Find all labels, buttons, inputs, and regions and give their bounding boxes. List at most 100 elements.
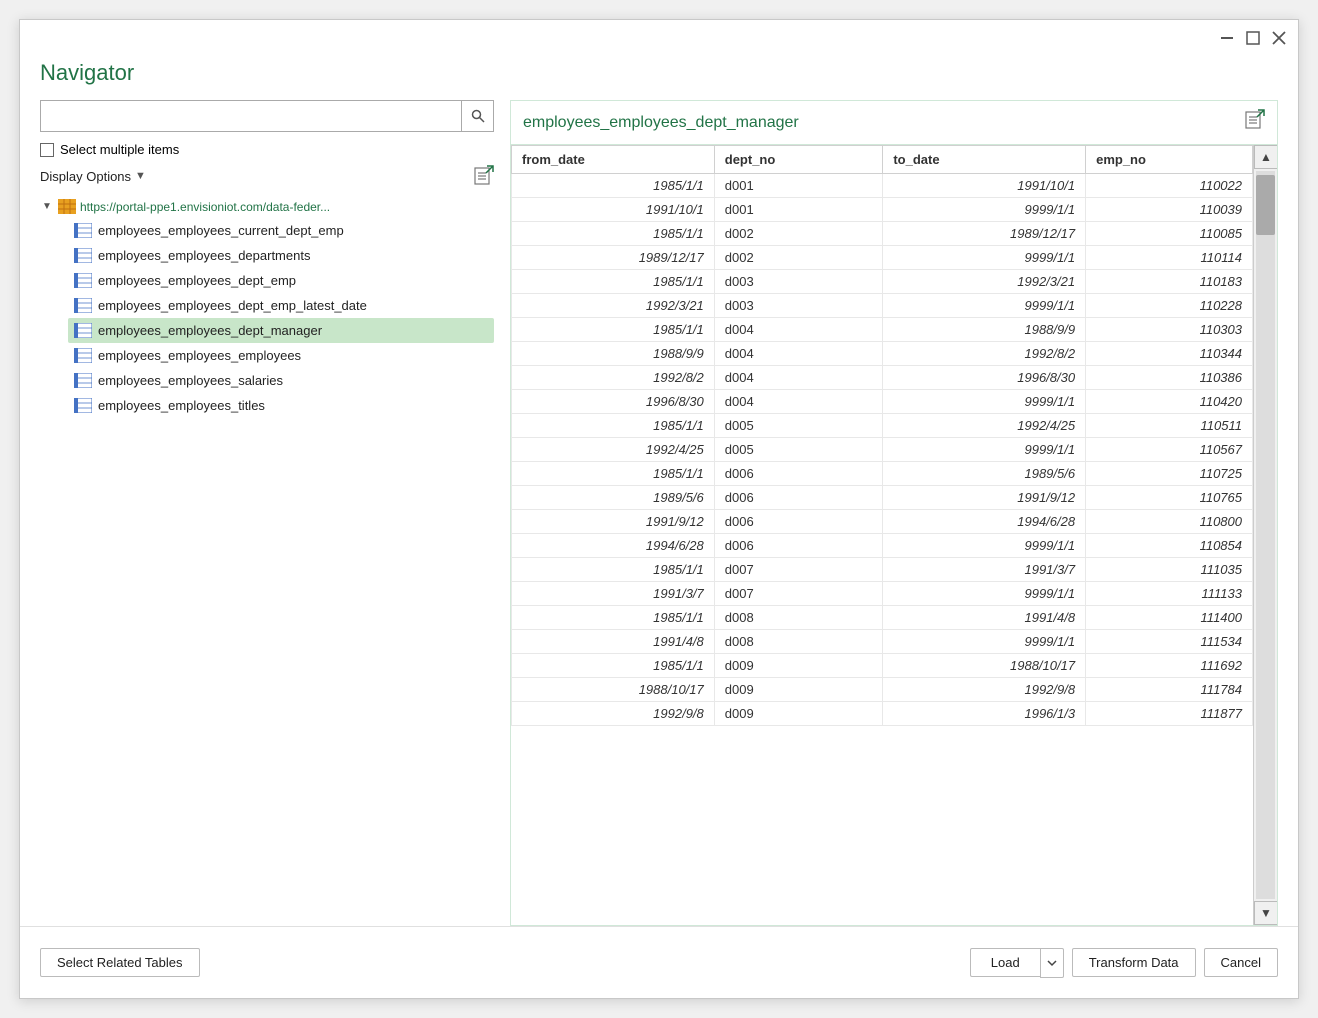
table-row: 1988/9/9d0041992/8/2110344 bbox=[512, 342, 1253, 366]
table-cell-22-3: 111877 bbox=[1086, 702, 1253, 726]
table-cell-9-2: 9999/1/1 bbox=[883, 390, 1086, 414]
tree-parent-row[interactable]: ▼ https://portal-ppe1.envisioniot.com/ bbox=[40, 195, 494, 218]
table-cell-11-1: d005 bbox=[714, 438, 883, 462]
table-cell-2-0: 1985/1/1 bbox=[512, 222, 715, 246]
table-cell-6-0: 1985/1/1 bbox=[512, 318, 715, 342]
select-related-tables-button[interactable]: Select Related Tables bbox=[40, 948, 200, 977]
table-cell-8-3: 110386 bbox=[1086, 366, 1253, 390]
chevron-down-icon: ▼ bbox=[135, 170, 146, 182]
table-row: 1985/1/1d0081991/4/8111400 bbox=[512, 606, 1253, 630]
table-icon bbox=[74, 273, 92, 288]
table-icon bbox=[74, 323, 92, 338]
navigator-window: Navigator Select multipl bbox=[19, 19, 1299, 999]
table-cell-12-3: 110725 bbox=[1086, 462, 1253, 486]
table-cell-1-3: 110039 bbox=[1086, 198, 1253, 222]
tree-item-dept_manager[interactable]: employees_employees_dept_manager bbox=[68, 318, 494, 343]
cancel-button[interactable]: Cancel bbox=[1204, 948, 1278, 977]
table-icon bbox=[74, 373, 92, 388]
table-cell-17-1: d007 bbox=[714, 582, 883, 606]
table-cell-15-3: 110854 bbox=[1086, 534, 1253, 558]
table-cell-8-2: 1996/8/30 bbox=[883, 366, 1086, 390]
display-options-button[interactable]: Display Options ▼ bbox=[40, 169, 146, 184]
scrollbar-thumb bbox=[1256, 175, 1275, 235]
tree-item-label: employees_employees_dept_manager bbox=[98, 323, 322, 338]
tree-item-departments[interactable]: employees_employees_departments bbox=[68, 243, 494, 268]
table-row: 1985/1/1d0021989/12/17110085 bbox=[512, 222, 1253, 246]
table-cell-13-0: 1989/5/6 bbox=[512, 486, 715, 510]
table-cell-20-2: 1988/10/17 bbox=[883, 654, 1086, 678]
select-multiple-checkbox[interactable] bbox=[40, 143, 54, 157]
data-table-wrapper[interactable]: from_datedept_noto_dateemp_no 1985/1/1d0… bbox=[511, 145, 1253, 925]
tree-item-salaries[interactable]: employees_employees_salaries bbox=[68, 368, 494, 393]
tree-root: ▼ https://portal-ppe1.envisioniot.com/ bbox=[40, 195, 494, 418]
footer-right: Load Transform Data Cancel bbox=[970, 948, 1278, 978]
tree-item-current_dept_emp[interactable]: employees_employees_current_dept_emp bbox=[68, 218, 494, 243]
table-cell-19-3: 111534 bbox=[1086, 630, 1253, 654]
table-cell-15-2: 9999/1/1 bbox=[883, 534, 1086, 558]
table-cell-21-3: 111784 bbox=[1086, 678, 1253, 702]
table-cell-21-2: 1992/9/8 bbox=[883, 678, 1086, 702]
export-icon[interactable] bbox=[472, 165, 494, 187]
transform-data-button[interactable]: Transform Data bbox=[1072, 948, 1196, 977]
table-icon bbox=[74, 223, 92, 238]
table-cell-20-3: 111692 bbox=[1086, 654, 1253, 678]
right-export-icon[interactable] bbox=[1243, 109, 1265, 136]
tree-item-label: employees_employees_employees bbox=[98, 348, 301, 363]
search-button[interactable] bbox=[461, 100, 493, 132]
search-input[interactable] bbox=[41, 101, 461, 131]
table-icon bbox=[74, 248, 92, 263]
tree-item-dept_emp_latest_date[interactable]: employees_employees_dept_emp_latest_date bbox=[68, 293, 494, 318]
table-cell-11-3: 110567 bbox=[1086, 438, 1253, 462]
tree-panel: ▼ https://portal-ppe1.envisioniot.com/ bbox=[40, 195, 494, 926]
table-cell-18-0: 1985/1/1 bbox=[512, 606, 715, 630]
table-cell-22-2: 1996/1/3 bbox=[883, 702, 1086, 726]
table-icon bbox=[74, 398, 92, 413]
table-row: 1985/1/1d0051992/4/25110511 bbox=[512, 414, 1253, 438]
scrollbar-track[interactable] bbox=[1256, 171, 1275, 899]
table-row: 1992/3/21d0039999/1/1110228 bbox=[512, 294, 1253, 318]
scroll-down-button[interactable]: ▼ bbox=[1254, 901, 1277, 925]
table-cell-2-2: 1989/12/17 bbox=[883, 222, 1086, 246]
table-cell-14-3: 110800 bbox=[1086, 510, 1253, 534]
table-cell-0-2: 1991/10/1 bbox=[883, 174, 1086, 198]
tree-item-label: employees_employees_dept_emp bbox=[98, 273, 296, 288]
table-cell-13-2: 1991/9/12 bbox=[883, 486, 1086, 510]
table-cell-18-1: d008 bbox=[714, 606, 883, 630]
tree-item-label: employees_employees_departments bbox=[98, 248, 310, 263]
table-row: 1992/9/8d0091996/1/3111877 bbox=[512, 702, 1253, 726]
load-dropdown-button[interactable] bbox=[1040, 948, 1064, 978]
table-cell-0-1: d001 bbox=[714, 174, 883, 198]
table-row: 1996/8/30d0049999/1/1110420 bbox=[512, 390, 1253, 414]
table-cell-16-0: 1985/1/1 bbox=[512, 558, 715, 582]
table-row: 1985/1/1d0061989/5/6110725 bbox=[512, 462, 1253, 486]
table-cell-1-2: 9999/1/1 bbox=[883, 198, 1086, 222]
table-row: 1992/8/2d0041996/8/30110386 bbox=[512, 366, 1253, 390]
minimize-button[interactable] bbox=[1218, 29, 1236, 47]
tree-item-employees[interactable]: employees_employees_employees bbox=[68, 343, 494, 368]
footer: Select Related Tables Load Transform Dat… bbox=[20, 926, 1298, 998]
tree-children: employees_employees_current_dept_emp emp… bbox=[40, 218, 494, 418]
tree-item-titles[interactable]: employees_employees_titles bbox=[68, 393, 494, 418]
table-cell-3-3: 110114 bbox=[1086, 246, 1253, 270]
table-cell-13-3: 110765 bbox=[1086, 486, 1253, 510]
load-button[interactable]: Load bbox=[970, 948, 1040, 977]
tree-item-dept_emp[interactable]: employees_employees_dept_emp bbox=[68, 268, 494, 293]
tree-item-label: employees_employees_salaries bbox=[98, 373, 283, 388]
table-cell-14-0: 1991/9/12 bbox=[512, 510, 715, 534]
table-row: 1985/1/1d0011991/10/1110022 bbox=[512, 174, 1253, 198]
table-cell-4-3: 110183 bbox=[1086, 270, 1253, 294]
table-cell-6-1: d004 bbox=[714, 318, 883, 342]
table-cell-17-0: 1991/3/7 bbox=[512, 582, 715, 606]
table-row: 1985/1/1d0031992/3/21110183 bbox=[512, 270, 1253, 294]
maximize-button[interactable] bbox=[1244, 29, 1262, 47]
table-cell-19-1: d008 bbox=[714, 630, 883, 654]
table-cell-4-0: 1985/1/1 bbox=[512, 270, 715, 294]
select-multiple-label: Select multiple items bbox=[60, 142, 179, 157]
tree-parent-item: ▼ https://portal-ppe1.envisioniot.com/ bbox=[40, 195, 494, 418]
tree-item-label: employees_employees_titles bbox=[98, 398, 265, 413]
close-button[interactable] bbox=[1270, 29, 1288, 47]
app-title: Navigator bbox=[40, 56, 1278, 86]
window-body: Navigator Select multipl bbox=[20, 56, 1298, 926]
data-table: from_datedept_noto_dateemp_no 1985/1/1d0… bbox=[511, 145, 1253, 726]
scroll-up-button[interactable]: ▲ bbox=[1254, 145, 1277, 169]
